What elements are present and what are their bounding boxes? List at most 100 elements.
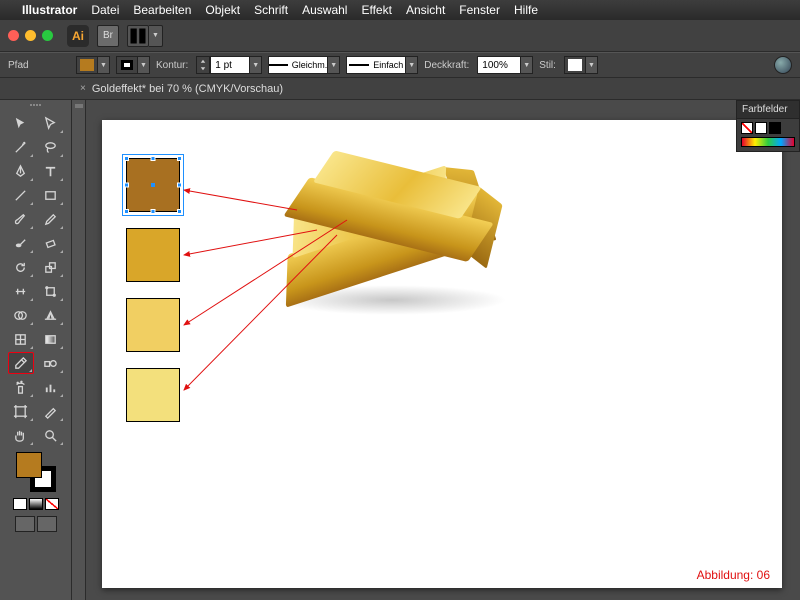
menu-schrift[interactable]: Schrift bbox=[254, 3, 288, 17]
menu-objekt[interactable]: Objekt bbox=[205, 3, 240, 17]
selection-handle[interactable] bbox=[151, 209, 156, 214]
document-tab-bar: × Goldeffekt* bei 70 % (CMYK/Vorschau) bbox=[0, 78, 800, 100]
stroke-label: Kontur: bbox=[156, 60, 188, 71]
stroke-weight-stepper[interactable]: 1 pt ▼ bbox=[196, 56, 262, 74]
pencil-tool[interactable] bbox=[38, 208, 64, 230]
fill-indicator[interactable] bbox=[16, 452, 42, 478]
color-mode[interactable] bbox=[13, 498, 27, 510]
swatch-white[interactable] bbox=[755, 122, 767, 134]
scale-tool[interactable] bbox=[38, 256, 64, 278]
style-label: Stil: bbox=[539, 60, 556, 71]
paintbrush-tool[interactable] bbox=[8, 208, 34, 230]
swatch-black[interactable] bbox=[769, 122, 781, 134]
opacity-input[interactable]: 100% ▼ bbox=[477, 56, 533, 74]
chevron-down-icon[interactable]: ▼ bbox=[138, 56, 150, 74]
selection-handle[interactable] bbox=[177, 209, 182, 214]
arrange-documents[interactable]: ▼ bbox=[127, 25, 163, 47]
variable-width-profile[interactable]: Gleichm. ▼ bbox=[268, 56, 340, 74]
window-minimize[interactable] bbox=[25, 30, 36, 41]
selection-handle[interactable] bbox=[124, 209, 129, 214]
rotate-tool[interactable] bbox=[8, 256, 34, 278]
mesh-tool[interactable] bbox=[8, 328, 34, 350]
slice-tool[interactable] bbox=[38, 400, 64, 422]
zoom-tool[interactable] bbox=[38, 424, 64, 446]
selection-handle[interactable] bbox=[177, 183, 182, 188]
eraser-tool[interactable] bbox=[38, 232, 64, 254]
column-graph-tool[interactable] bbox=[38, 376, 64, 398]
graphic-style-control[interactable]: ▼ bbox=[564, 56, 598, 74]
chevron-down-icon[interactable]: ▼ bbox=[250, 56, 262, 74]
none-mode[interactable] bbox=[45, 498, 59, 510]
stroke-weight-value[interactable]: 1 pt bbox=[210, 56, 250, 74]
document-setup-icon[interactable] bbox=[774, 56, 792, 74]
document-tab-title[interactable]: Goldeffekt* bei 70 % (CMYK/Vorschau) bbox=[92, 83, 283, 95]
full-screen-mode[interactable] bbox=[37, 516, 57, 532]
selection-handle[interactable] bbox=[151, 156, 156, 161]
blend-tool[interactable] bbox=[38, 352, 64, 374]
rectangle-tool[interactable] bbox=[38, 184, 64, 206]
perspective-grid-tool[interactable] bbox=[38, 304, 64, 326]
bridge-button[interactable]: Br bbox=[97, 25, 119, 47]
chevron-down-icon[interactable]: ▼ bbox=[586, 56, 598, 74]
selection-handle[interactable] bbox=[124, 156, 129, 161]
lasso-tool[interactable] bbox=[38, 136, 64, 158]
pen-tool[interactable] bbox=[8, 160, 34, 182]
window-zoom[interactable] bbox=[42, 30, 53, 41]
gradient-tool[interactable] bbox=[38, 328, 64, 350]
close-icon[interactable]: × bbox=[80, 83, 86, 94]
direct-selection-tool[interactable] bbox=[38, 112, 64, 134]
color-mode-row bbox=[13, 498, 59, 510]
app-menu[interactable]: Illustrator bbox=[22, 3, 77, 17]
shape-builder-tool[interactable] bbox=[8, 304, 34, 326]
type-tool[interactable] bbox=[38, 160, 64, 182]
chevron-down-icon[interactable]: ▼ bbox=[406, 56, 418, 74]
menu-auswahl[interactable]: Auswahl bbox=[302, 3, 347, 17]
mac-menu-bar: Illustrator Datei Bearbeiten Objekt Schr… bbox=[0, 0, 800, 20]
selection-handle[interactable] bbox=[124, 183, 129, 188]
selection-handle[interactable] bbox=[177, 156, 182, 161]
menu-fenster[interactable]: Fenster bbox=[459, 3, 500, 17]
panel-title[interactable]: Farbfelder bbox=[737, 101, 799, 119]
sample-swatch-1[interactable] bbox=[126, 158, 180, 212]
menu-ansicht[interactable]: Ansicht bbox=[406, 3, 445, 17]
sample-swatch-4[interactable] bbox=[126, 368, 180, 422]
free-transform-tool[interactable] bbox=[38, 280, 64, 302]
menu-hilfe[interactable]: Hilfe bbox=[514, 3, 538, 17]
chevron-down-icon[interactable]: ▼ bbox=[98, 56, 110, 74]
chevron-down-icon[interactable]: ▼ bbox=[328, 56, 340, 74]
magic-wand-tool[interactable] bbox=[8, 136, 34, 158]
canvas-area[interactable]: Abbildung: 06 Farbfelder bbox=[72, 100, 800, 600]
collapsed-panel-dock[interactable] bbox=[72, 100, 86, 600]
stroke-color-control[interactable]: ▼ bbox=[116, 56, 150, 74]
line-tool[interactable] bbox=[8, 184, 34, 206]
menu-bearbeiten[interactable]: Bearbeiten bbox=[133, 3, 191, 17]
eyedropper-tool[interactable] bbox=[8, 352, 34, 374]
sample-swatch-2[interactable] bbox=[126, 228, 180, 282]
brush-definition[interactable]: Einfach ▼ bbox=[346, 56, 418, 74]
gradient-mode[interactable] bbox=[29, 498, 43, 510]
chevron-down-icon[interactable]: ▼ bbox=[521, 56, 533, 74]
swatch-spectrum[interactable] bbox=[741, 137, 795, 147]
menu-datei[interactable]: Datei bbox=[91, 3, 119, 17]
width-tool[interactable] bbox=[8, 280, 34, 302]
artboard[interactable]: Abbildung: 06 bbox=[102, 120, 782, 588]
hand-tool[interactable] bbox=[8, 424, 34, 446]
blob-brush-tool[interactable] bbox=[8, 232, 34, 254]
artboard-tool[interactable] bbox=[8, 400, 34, 422]
window-close[interactable] bbox=[8, 30, 19, 41]
traffic-lights bbox=[8, 30, 53, 41]
brush-label: Einfach bbox=[373, 60, 403, 70]
symbol-sprayer-tool[interactable] bbox=[8, 376, 34, 398]
panel-grip[interactable] bbox=[21, 104, 51, 108]
sample-swatch-3[interactable] bbox=[126, 298, 180, 352]
normal-screen-mode[interactable] bbox=[15, 516, 35, 532]
gold-bars-image bbox=[237, 150, 537, 350]
fill-swatch bbox=[80, 59, 94, 71]
fill-color-control[interactable]: ▼ bbox=[76, 56, 110, 74]
opacity-value[interactable]: 100% bbox=[477, 56, 521, 74]
swatch-none[interactable] bbox=[741, 122, 753, 134]
selection-tool[interactable] bbox=[8, 112, 34, 134]
fill-stroke-indicator[interactable] bbox=[16, 452, 56, 492]
menu-effekt[interactable]: Effekt bbox=[361, 3, 391, 17]
swatches-panel[interactable]: Farbfelder bbox=[736, 100, 800, 152]
